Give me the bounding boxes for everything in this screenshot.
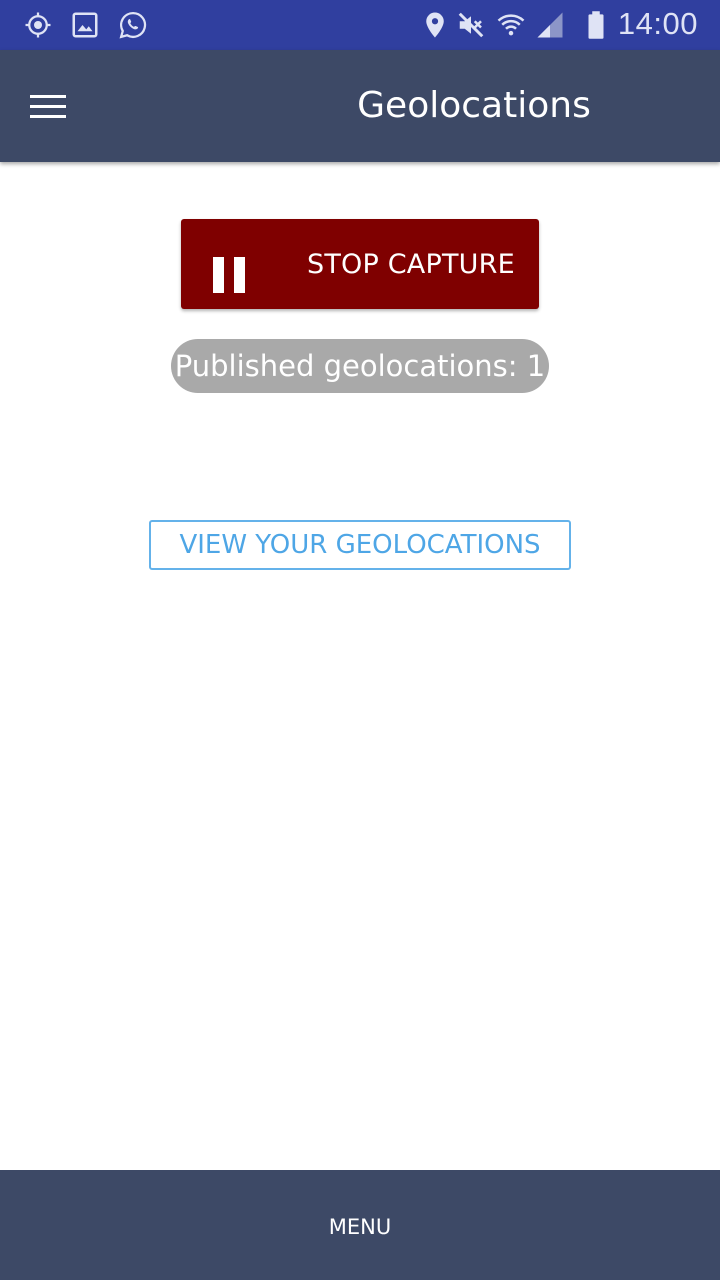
wifi-icon <box>495 9 527 41</box>
page-title: Geolocations <box>357 85 591 126</box>
gps-icon <box>22 9 54 41</box>
bottom-menu-label: MENU <box>328 1215 392 1239</box>
main-content: STOP CAPTURE Published geolocations: 1 V… <box>0 162 720 1170</box>
whatsapp-icon <box>117 9 149 41</box>
pause-icon <box>213 257 245 293</box>
location-pin-icon <box>419 9 451 41</box>
signal-icon <box>534 9 566 41</box>
bottom-menu-button[interactable]: MENU <box>0 1170 720 1280</box>
published-geolocations-badge: Published geolocations: 1 <box>171 339 549 393</box>
battery-icon <box>580 9 612 41</box>
image-icon <box>69 9 101 41</box>
mute-icon <box>455 9 487 41</box>
hamburger-menu-icon[interactable] <box>24 84 72 130</box>
view-geolocations-button[interactable]: VIEW YOUR GEOLOCATIONS <box>149 520 571 570</box>
app-bar: Geolocations <box>0 50 720 162</box>
stop-capture-button[interactable]: STOP CAPTURE <box>181 219 539 309</box>
stop-capture-label: STOP CAPTURE <box>307 249 515 280</box>
status-bar: 14:00 <box>0 0 720 50</box>
status-time: 14:00 <box>617 6 698 41</box>
